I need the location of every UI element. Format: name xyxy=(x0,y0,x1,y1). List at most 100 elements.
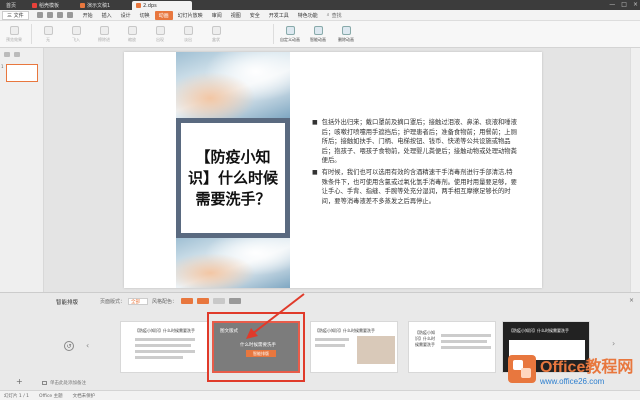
star-icon xyxy=(183,25,193,35)
menu-features[interactable]: 特色功能 xyxy=(294,11,322,20)
outline-view-icon[interactable] xyxy=(14,52,20,57)
menu-view[interactable]: 视图 xyxy=(227,11,245,20)
minimize-icon[interactable]: — xyxy=(609,1,615,8)
search-box[interactable]: ⌕ 查找 xyxy=(327,12,342,19)
custom-animation-button[interactable]: 自定义动画 xyxy=(279,22,301,46)
menu-slideshow[interactable]: 幻灯片放映 xyxy=(174,11,207,20)
star-icon xyxy=(99,25,109,35)
slide-thumbnail[interactable] xyxy=(6,64,38,82)
smart-animation-button[interactable]: 智能动画 xyxy=(307,22,329,46)
preview-effect-button[interactable]: 预览效果 xyxy=(3,22,25,46)
star-icon xyxy=(43,25,53,35)
effect-box-button[interactable]: 盒状 xyxy=(205,22,227,46)
color-style-filter: 风格配色： xyxy=(152,298,242,305)
ribbon-animation: 预览效果 无 飞入 擦除进 缩放 出现 淡出 盒状 自定义动画 智能动画 删除动… xyxy=(0,21,640,48)
ribbon-divider xyxy=(273,24,274,44)
floral-image-top[interactable] xyxy=(176,52,290,118)
vertical-scrollbar[interactable] xyxy=(630,48,640,292)
maximize-icon[interactable]: □ xyxy=(621,1,627,8)
menu-animation[interactable]: 动画 xyxy=(154,10,173,20)
thumbnail-view-tabs xyxy=(4,52,20,57)
photo-placeholder xyxy=(357,336,395,364)
notes-icon xyxy=(42,381,47,385)
doc-protection[interactable]: 文档未保护 xyxy=(73,393,96,399)
save-icon[interactable] xyxy=(36,12,43,18)
grid-view-icon[interactable] xyxy=(4,52,10,57)
add-slide-button[interactable]: + xyxy=(16,377,23,386)
menu-bar: 三 文件 开始 插入 设计 切换 动画 幻灯片放映 审阅 视图 安全 开发工具 … xyxy=(0,10,640,21)
close-icon[interactable]: × xyxy=(633,1,638,8)
tab-home[interactable]: 首页 xyxy=(2,1,20,10)
menu-review[interactable]: 审阅 xyxy=(208,11,226,20)
layout-template[interactable]: 【防疫小知识】什么时候需要洗手 xyxy=(120,321,208,373)
slide-thumbnail-pane: 1 xyxy=(0,48,44,292)
file-menu[interactable]: 三 文件 xyxy=(2,10,29,20)
refresh-icon[interactable]: ↺ xyxy=(64,341,74,351)
smart-animation-icon xyxy=(313,25,323,35)
chevron-left-icon[interactable]: ‹ xyxy=(86,341,89,350)
thumbnail-number: 1 xyxy=(1,64,4,69)
text-line xyxy=(441,340,487,343)
pointer-arrow-icon xyxy=(246,293,305,339)
presentation-icon xyxy=(80,3,85,8)
panel-title: 智能排版 xyxy=(56,300,79,306)
color-swatch[interactable] xyxy=(197,298,210,304)
text-line xyxy=(315,344,345,347)
redo-icon[interactable] xyxy=(66,12,73,18)
layout-select[interactable]: 全部 xyxy=(128,298,149,305)
menu-transition[interactable]: 切换 xyxy=(136,11,154,20)
menu-insert[interactable]: 插入 xyxy=(98,11,116,20)
title-bar: 首页 稻壳模板 演示文稿1 2.dps — □ × xyxy=(0,0,640,10)
star-icon xyxy=(71,25,81,35)
text-line xyxy=(135,350,195,353)
bullet-item: ■ 包括外出归来；戴口罩前及摘口罩后；接触过泪液、鼻涕、痰液和唾液后；咳嗽打喷嚏用… xyxy=(312,119,517,165)
tab-presentation1[interactable]: 演示文稿1 xyxy=(76,1,114,10)
text-line xyxy=(135,356,183,359)
menu-design[interactable]: 设计 xyxy=(117,11,135,20)
bullet-item: ■ 有时候，我们也可以选用有效的含酒精速干手消毒剂进行手部清洁,特殊条件下，也可使… xyxy=(312,168,517,205)
floral-image-bottom[interactable] xyxy=(176,238,290,288)
play-icon xyxy=(9,25,19,35)
star-icon xyxy=(127,25,137,35)
undo-icon[interactable] xyxy=(56,12,63,18)
bullet-icon: ■ xyxy=(312,119,318,126)
color-swatch[interactable] xyxy=(181,298,194,304)
layout-template[interactable]: 【防疫小知识】什么时候需要洗手 xyxy=(310,321,398,373)
star-icon xyxy=(211,25,221,35)
ribbon-divider xyxy=(31,24,32,44)
theme-name: Office 主题 xyxy=(39,393,63,399)
office-logo-icon xyxy=(508,355,536,383)
panel-close-button[interactable]: × xyxy=(629,297,634,304)
docer-icon xyxy=(32,3,37,8)
page-layout-filter: 页面版式： 全部 xyxy=(100,298,149,305)
print-icon[interactable] xyxy=(46,12,53,18)
menu-start[interactable]: 开始 xyxy=(79,11,97,20)
presentation-icon xyxy=(136,3,141,8)
effect-fade-button[interactable]: 淡出 xyxy=(177,22,199,46)
tab-2-dps[interactable]: 2.dps xyxy=(132,1,192,10)
effect-none-button[interactable]: 无 xyxy=(37,22,59,46)
effect-zoom-button[interactable]: 缩放 xyxy=(121,22,143,46)
delete-animation-button[interactable]: 删除动画 xyxy=(335,22,357,46)
tab-docer[interactable]: 稻壳模板 xyxy=(28,1,63,10)
text-line xyxy=(315,338,349,341)
effect-fly-in-button[interactable]: 飞入 xyxy=(65,22,87,46)
menu-developer[interactable]: 开发工具 xyxy=(265,11,293,20)
custom-animation-icon xyxy=(285,25,295,35)
slide-count: 幻灯片 1 / 1 xyxy=(4,393,30,399)
layout-template[interactable]: 【防疫小知识】什么时候需要洗手 xyxy=(408,321,496,373)
bullet-list[interactable]: ■ 包括外出归来；戴口罩前及摘口罩后；接触过泪液、鼻涕、痰液和唾液后；咳嗽打喷嚏用… xyxy=(312,118,518,208)
effect-appear-button[interactable]: 出现 xyxy=(149,22,171,46)
color-swatch[interactable] xyxy=(213,298,226,304)
watermark: Office教程网 www.office26.com xyxy=(508,346,636,392)
title-box[interactable]: 【防疫小知识】什么时候需要洗手？ xyxy=(176,118,290,238)
effect-wipe-button[interactable]: 擦除进 xyxy=(93,22,115,46)
text-line xyxy=(441,346,491,349)
window-controls: — □ × xyxy=(609,1,638,8)
text-line xyxy=(135,344,191,347)
delete-animation-icon xyxy=(341,25,351,35)
menu-security[interactable]: 安全 xyxy=(246,11,264,20)
search-icon: ⌕ xyxy=(326,12,330,18)
notes-placeholder[interactable]: 单击此处添加备注 xyxy=(42,380,86,386)
text-line xyxy=(135,338,195,341)
